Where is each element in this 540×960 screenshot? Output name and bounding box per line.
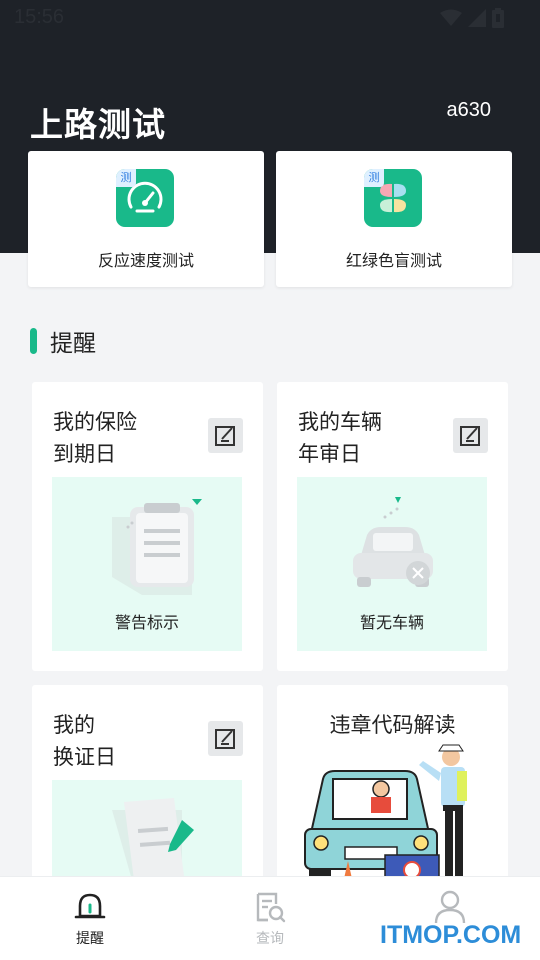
card-title: 我的 换证日 xyxy=(53,709,116,773)
illustration-caption: 警告标示 xyxy=(114,613,179,632)
card-title-line2: 到期日 xyxy=(53,442,116,466)
violation-code-card[interactable]: 违章代码解读 xyxy=(277,685,508,886)
insurance-expiry-card[interactable]: 我的保险 到期日 警告标示 xyxy=(32,382,263,671)
test-badge: 测 xyxy=(116,169,136,187)
edit-icon xyxy=(214,425,235,446)
card-title: 违章代码解读 xyxy=(329,713,456,737)
nav-item-query[interactable]: 查询 xyxy=(230,887,310,948)
reaction-speed-test-card[interactable]: 测 反应速度测试 xyxy=(28,151,264,287)
card-title-line2: 年审日 xyxy=(298,442,361,466)
watermark: ITMOP.COM xyxy=(380,921,522,949)
clipboard-illustration: 警告标示 xyxy=(52,477,242,651)
car-empty-illustration: 暂无车辆 xyxy=(297,477,487,651)
test-badge: 测 xyxy=(364,169,384,187)
status-bar: 15:56 xyxy=(0,0,540,36)
search-document-icon xyxy=(230,887,310,927)
edit-button[interactable] xyxy=(208,418,243,453)
illustration-caption: 暂无车辆 xyxy=(359,613,424,632)
speedometer-icon: 测 xyxy=(116,169,174,227)
section-title-text: 提醒 xyxy=(50,331,96,357)
nav-label: 提醒 xyxy=(76,931,104,947)
signal-icon xyxy=(468,9,486,31)
status-icons xyxy=(440,8,504,32)
edit-icon xyxy=(214,728,235,749)
card-title-line2: 换证日 xyxy=(53,745,116,769)
card-title: 我的保险 到期日 xyxy=(53,406,137,470)
test-label: 反应速度测试 xyxy=(97,251,194,270)
status-time: 15:56 xyxy=(14,6,65,28)
card-title-line1: 我的保险 xyxy=(53,410,137,434)
user-id: a630 xyxy=(446,99,492,121)
traffic-police-illustration xyxy=(301,743,491,886)
color-blind-test-card[interactable]: 测 红绿色盲测试 xyxy=(276,151,512,287)
card-title-line1: 我的 xyxy=(53,713,95,737)
card-title: 我的车辆 年审日 xyxy=(298,406,382,470)
page-title: 上路测试 xyxy=(30,105,166,144)
bell-icon xyxy=(50,887,130,927)
card-title-line1: 我的车辆 xyxy=(298,410,382,434)
vehicle-inspection-card[interactable]: 我的车辆 年审日 暂无车辆 xyxy=(277,382,508,671)
nav-label: 查询 xyxy=(256,931,284,947)
license-renewal-card[interactable]: 我的 换证日 xyxy=(32,685,263,890)
wifi-icon xyxy=(440,9,462,31)
section-accent-bar xyxy=(30,328,37,354)
document-pen-illustration xyxy=(52,780,242,890)
test-label: 红绿色盲测试 xyxy=(345,251,442,270)
edit-button[interactable] xyxy=(453,418,488,453)
nav-item-reminders[interactable]: 提醒 xyxy=(50,887,130,948)
edit-button[interactable] xyxy=(208,721,243,756)
battery-icon xyxy=(492,8,504,32)
edit-icon xyxy=(459,425,480,446)
reminders-section-title: 提醒 xyxy=(30,326,96,357)
color-petals-icon: 测 xyxy=(364,169,422,227)
